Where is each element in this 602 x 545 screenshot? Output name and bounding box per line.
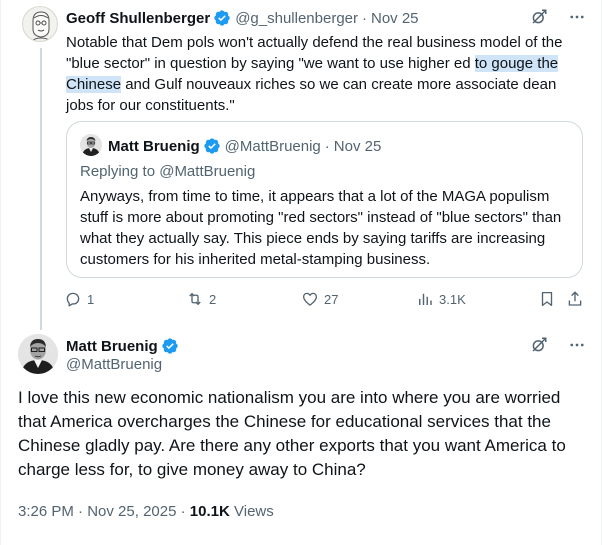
tweet-header: Geoff Shullenberger @g_shullenberger · N… — [66, 8, 419, 28]
tweet-top-actions — [528, 6, 588, 28]
grok-icon[interactable] — [528, 6, 550, 28]
repost-button[interactable]: 2 — [186, 290, 216, 308]
views-label: Views — [234, 503, 274, 520]
author-handle[interactable]: @MattBruenig — [66, 356, 162, 373]
bookmark-button[interactable] — [538, 290, 556, 308]
verified-badge-icon — [203, 138, 220, 154]
verified-badge-icon — [214, 10, 230, 26]
left-divider — [0, 0, 1, 545]
avatar[interactable] — [22, 6, 58, 42]
tweet-date[interactable]: Nov 25 — [334, 138, 382, 155]
share-icon — [568, 291, 582, 306]
main-tweet-text: I love this new economic nationalism you… — [18, 388, 566, 479]
grok-icon[interactable] — [528, 334, 550, 356]
bookmark-icon — [541, 291, 553, 307]
more-icon[interactable] — [566, 6, 588, 28]
tweet-metadata: 3:26 PM · Nov 25, 2025 · 10.1K Views — [18, 503, 274, 520]
quoted-tweet-header: Matt Bruenig @MattBruenig · Nov 25 — [108, 136, 381, 156]
tweet-date[interactable]: Nov 25 — [371, 10, 419, 27]
reply-button[interactable]: 1 — [64, 290, 94, 308]
main-tweet-header: Matt Bruenig — [66, 336, 179, 356]
like-button[interactable]: 27 — [301, 290, 338, 308]
views-count: 3.1K — [439, 291, 466, 307]
more-icon[interactable] — [566, 334, 588, 356]
repost-count: 2 — [209, 291, 217, 307]
replying-to[interactable]: Replying to @MattBruenig — [80, 163, 255, 180]
avatar — [80, 134, 102, 156]
tweet-text-part: and Gulf nouveaux riches so we can creat… — [66, 76, 557, 114]
separator: · — [180, 503, 186, 520]
tweet-text: Notable that Dem pols won't actually def… — [66, 32, 586, 116]
quoted-tweet-card[interactable]: Matt Bruenig @MattBruenig · Nov 25 Reply… — [66, 121, 583, 278]
views-count: 10.1K — [189, 503, 230, 520]
separator: · — [324, 137, 330, 155]
tweet-date[interactable]: Nov 25, 2025 — [87, 503, 176, 520]
views-button[interactable]: 3.1K — [416, 290, 466, 308]
reply-count: 1 — [87, 291, 95, 307]
verified-badge-icon — [161, 338, 178, 354]
separator: · — [78, 503, 84, 520]
author-name[interactable]: Matt Bruenig — [108, 138, 200, 155]
tweet-time[interactable]: 3:26 PM — [18, 503, 74, 520]
repost-icon — [189, 292, 201, 306]
like-icon — [302, 292, 318, 306]
author-name[interactable]: Geoff Shullenberger — [66, 10, 210, 27]
avatar[interactable] — [18, 334, 58, 374]
author-handle[interactable]: @MattBruenig — [225, 138, 321, 155]
quoted-tweet-text: Anyways, from time to time, it appears t… — [80, 188, 562, 268]
thread-connector-line — [40, 48, 42, 330]
separator: · — [362, 9, 367, 27]
views-icon — [419, 293, 432, 305]
like-count: 27 — [324, 291, 339, 307]
tweet-action-bar: 1 2 27 3.1K — [64, 290, 589, 312]
author-name[interactable]: Matt Bruenig — [66, 338, 158, 355]
author-handle[interactable]: @g_shullenberger — [235, 10, 358, 27]
share-button[interactable] — [566, 290, 584, 308]
reply-icon — [66, 292, 80, 307]
main-tweet-top-actions — [528, 334, 588, 356]
